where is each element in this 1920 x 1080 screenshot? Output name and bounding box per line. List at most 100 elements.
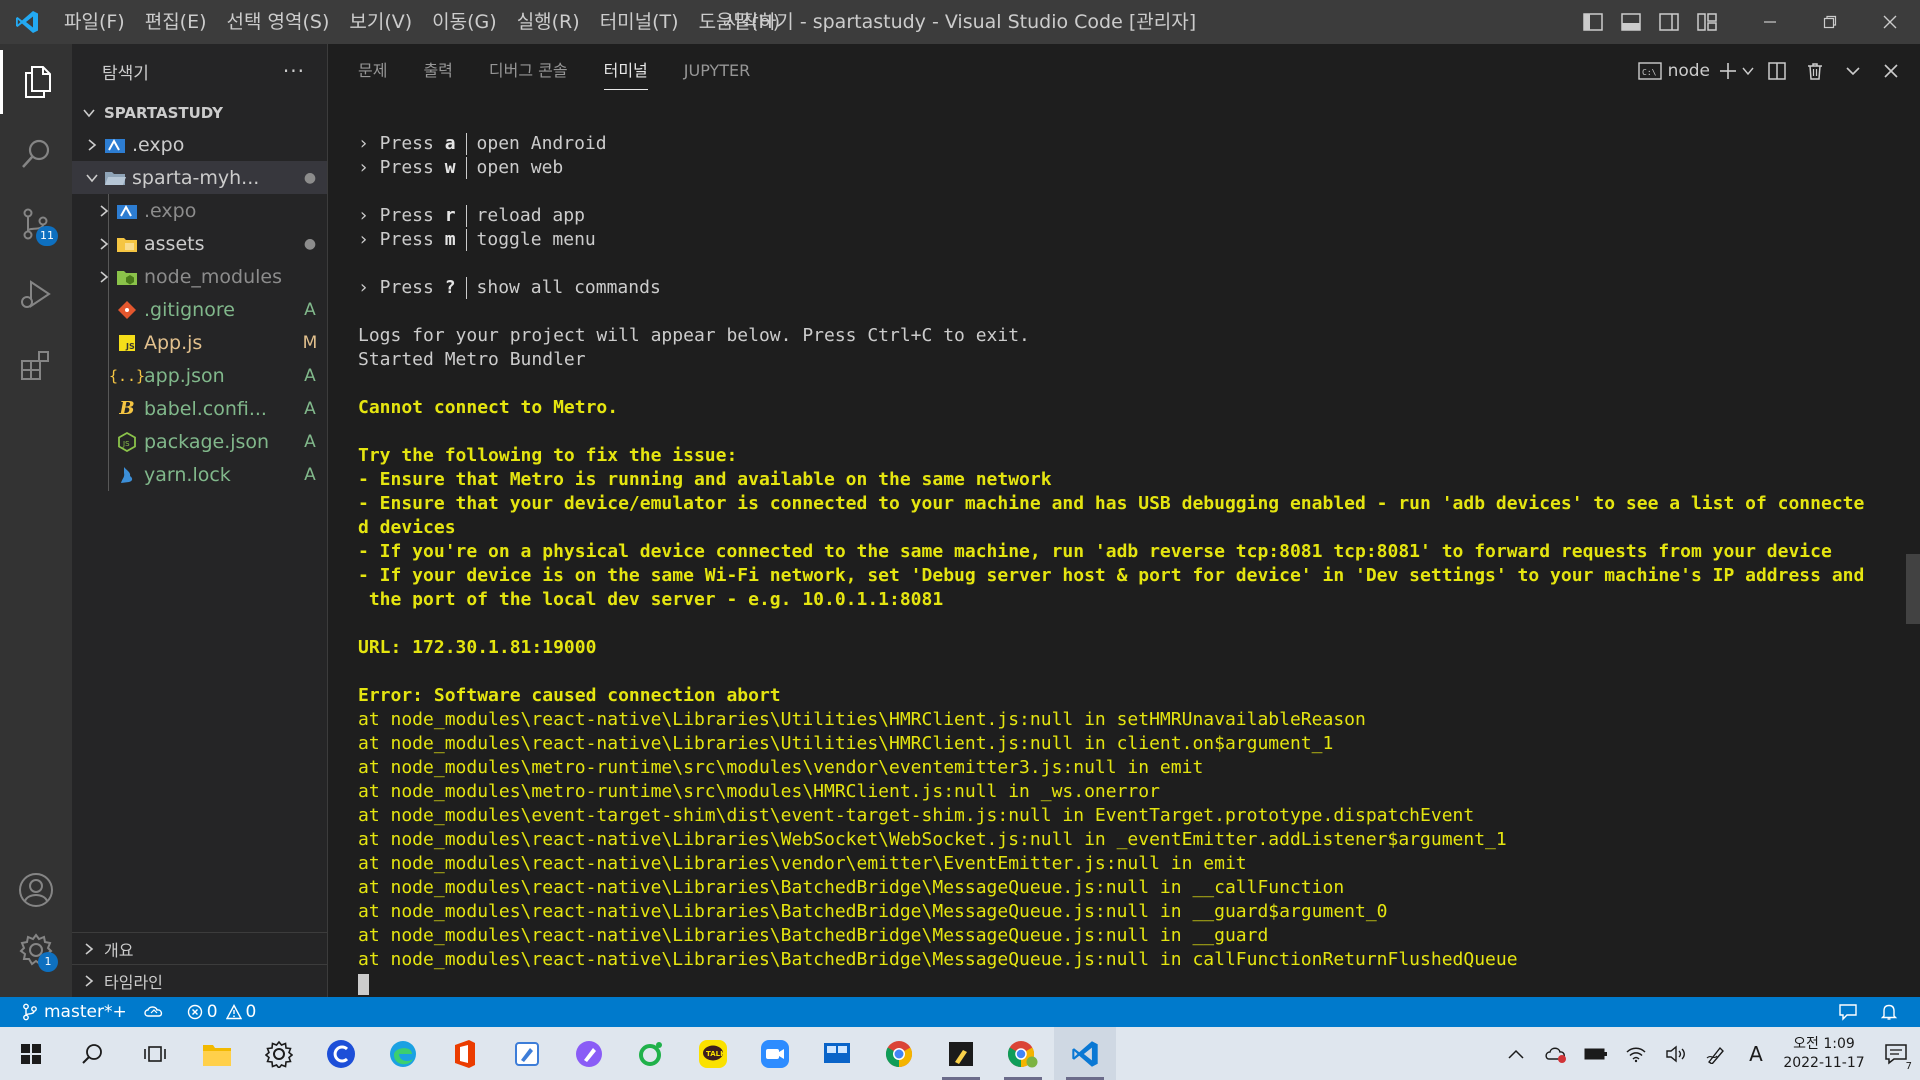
menu-help[interactable]: 도움말(H) [689,0,791,44]
chrome-browser-icon[interactable] [868,1027,930,1080]
problems-status[interactable]: 0 0 [173,997,265,1027]
tree-item-app-js[interactable]: JS App.js M [72,326,327,359]
trash-icon[interactable] [1800,44,1830,98]
manage-gear-icon[interactable]: 1 [0,918,72,982]
menu-edit[interactable]: 편집(E) [135,0,217,44]
menu-selection[interactable]: 선택 영역(S) [217,0,340,44]
tree-item-node-modules[interactable]: node_modules [72,260,327,293]
vscode-taskbar-icon[interactable] [1054,1027,1116,1080]
green-app-icon[interactable] [620,1027,682,1080]
tree-item-assets[interactable]: assets ● [72,227,327,260]
zoom-app-icon[interactable] [744,1027,806,1080]
wifi-icon[interactable] [1616,1027,1656,1080]
tab-problems[interactable]: 문제 [358,44,387,98]
workspace-root-label: SPARTASTUDY [104,104,224,122]
clock[interactable]: 오전 1:09 2022-11-17 [1776,1027,1872,1080]
terminal-scrollbar[interactable] [1906,554,1920,624]
terminal-output[interactable]: › Press a open Android › Press w open web … [358,132,1913,996]
split-terminal-icon[interactable] [1762,44,1792,98]
menu-file[interactable]: 파일(F) [54,0,135,44]
run-debug-icon[interactable] [0,262,72,326]
customize-layout-icon[interactable] [1688,0,1726,44]
kakaotalk-app-icon[interactable]: TALK [682,1027,744,1080]
volume-icon[interactable] [1656,1027,1696,1080]
chrome-profile-app-icon[interactable] [992,1027,1054,1080]
maximize-panel-chevron-icon[interactable] [1838,44,1868,98]
cloud-sync-icon[interactable] [1536,1027,1576,1080]
office-app-icon[interactable] [434,1027,496,1080]
chevron-down-icon[interactable] [1742,66,1754,76]
terminal-cursor [358,973,369,995]
tab-debug-console[interactable]: 디버그 콘솔 [489,44,568,98]
notepad-app-icon[interactable] [496,1027,558,1080]
svg-text:C:\: C:\ [1642,68,1657,77]
menu-terminal[interactable]: 터미널(T) [590,0,689,44]
toggle-panel-icon[interactable] [1612,0,1650,44]
ime-indicator[interactable]: A [1736,1027,1776,1080]
outline-section[interactable]: 개요 [72,932,327,964]
source-control-badge: 11 [36,226,58,246]
tab-terminal[interactable]: 터미널 [603,44,648,98]
folder-open-icon [102,167,128,189]
source-control-icon[interactable]: 11 [0,192,72,256]
chevron-up-icon[interactable] [1496,1027,1536,1080]
tree-item-gitignore[interactable]: .gitignore A [72,293,327,326]
menu-go[interactable]: 이동(G) [422,0,507,44]
terminal-warning-line: - If you're on a physical device connect… [358,541,1832,562]
more-actions-button[interactable]: ··· [283,59,305,83]
sync-icon[interactable] [135,997,173,1027]
menu-run[interactable]: 실행(R) [507,0,590,44]
explorer-icon[interactable] [0,50,72,114]
tree-item-expo-child[interactable]: .expo [72,194,327,227]
close-window-button[interactable] [1860,0,1920,44]
edge-browser-icon[interactable] [372,1027,434,1080]
tree-item-babel-config[interactable]: B babel.confi... A [72,392,327,425]
tree-item-package-json[interactable]: JS package.json A [72,425,327,458]
minimize-button[interactable] [1740,0,1800,44]
action-center-icon[interactable]: 7 [1872,1027,1920,1080]
tree-item-label: yarn.lock [144,463,231,486]
search-icon[interactable] [0,122,72,186]
account-icon[interactable] [0,858,72,922]
timeline-section[interactable]: 타임라인 [72,964,327,996]
tab-jupyter[interactable]: JUPYTER [684,44,751,98]
toggle-secondary-sidebar-icon[interactable] [1650,0,1688,44]
pen-app-icon[interactable] [558,1027,620,1080]
windows-start-icon[interactable] [0,1027,62,1080]
branch-status[interactable]: master*+ [0,997,135,1027]
chevron-right-icon [94,237,114,251]
stack-trace-line: at node_modules\event-target-shim\dist\e… [358,805,1475,826]
menu-view[interactable]: 보기(V) [339,0,422,44]
notifications-bell-icon[interactable] [1872,997,1920,1027]
blue-window-app-icon[interactable] [806,1027,868,1080]
stack-trace-line: at node_modules\react-native\Libraries\B… [358,925,1269,946]
chevron-right-icon [94,204,114,218]
git-icon [114,299,140,321]
taskbar-search-icon[interactable] [62,1027,124,1080]
file-explorer-app-icon[interactable] [186,1027,248,1080]
app-icon-blue-c[interactable] [310,1027,372,1080]
settings-app-icon[interactable] [248,1027,310,1080]
close-panel-icon[interactable] [1876,44,1906,98]
terminal-key: a [444,133,456,154]
feedback-icon[interactable] [1830,997,1872,1027]
svg-text:JS: JS [122,440,130,448]
tree-item-yarn-lock[interactable]: yarn.lock A [72,458,327,491]
terminal-selector[interactable]: C:\ node [1637,44,1710,98]
tree-item-expo[interactable]: .expo [72,128,327,161]
tab-output[interactable]: 출력 [423,44,452,98]
toggle-sidebar-icon[interactable] [1574,0,1612,44]
task-view-icon[interactable] [124,1027,186,1080]
workspace-root[interactable]: SPARTASTUDY [72,98,327,128]
explorer-title: 탐색기 [102,63,149,84]
restore-button[interactable] [1800,0,1860,44]
battery-icon[interactable] [1576,1027,1616,1080]
extensions-icon[interactable] [0,334,72,398]
tree-item-decoration: A [304,398,316,419]
sticky-notes-app-icon[interactable] [930,1027,992,1080]
new-terminal-button[interactable] [1718,44,1754,98]
tree-item-app-json[interactable]: {..} app.json A [72,359,327,392]
tree-item-sparta-folder[interactable]: sparta-myh... ● [72,161,327,194]
terminal-line: › Press m toggle menu [358,229,596,251]
pen-input-icon[interactable] [1696,1027,1736,1080]
